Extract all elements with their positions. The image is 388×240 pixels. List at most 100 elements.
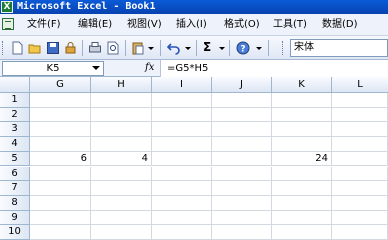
toolbar-options-arrow[interactable]: [256, 47, 262, 50]
cell-j10[interactable]: [212, 225, 272, 240]
cell-k1[interactable]: [272, 93, 332, 108]
print-icon[interactable]: [88, 41, 102, 55]
undo-dropdown-arrow[interactable]: [185, 47, 191, 50]
cell-l1[interactable]: [332, 93, 388, 108]
cell-i3[interactable]: [152, 122, 212, 138]
cell-k10[interactable]: [272, 225, 332, 240]
column-header-h[interactable]: H: [91, 77, 152, 93]
cell-k4[interactable]: [272, 137, 332, 152]
cell-h8[interactable]: [91, 195, 152, 211]
cell-g7[interactable]: [30, 181, 91, 196]
menu-file[interactable]: 文件(F): [27, 17, 61, 33]
new-icon[interactable]: [10, 41, 24, 55]
cell-g6[interactable]: [30, 166, 91, 182]
row-header-9[interactable]: 9: [0, 210, 30, 226]
cell-i9[interactable]: [152, 210, 212, 226]
menu-view[interactable]: 视图(V): [127, 17, 162, 33]
cell-i1[interactable]: [152, 93, 212, 108]
cell-j1[interactable]: [212, 93, 272, 108]
name-box[interactable]: K5: [2, 61, 104, 76]
row-header-1[interactable]: 1: [0, 93, 30, 108]
help-icon[interactable]: ?: [236, 41, 250, 55]
row-header-4[interactable]: 4: [0, 137, 30, 152]
menu-format[interactable]: 格式(O): [224, 17, 260, 33]
row-header-6[interactable]: 6: [0, 166, 30, 182]
cell-g10[interactable]: [30, 225, 91, 240]
paste-dropdown-arrow[interactable]: [148, 47, 154, 50]
insert-function-button[interactable]: fx: [145, 61, 154, 75]
cell-j4[interactable]: [212, 137, 272, 152]
cell-h2[interactable]: [91, 107, 152, 123]
cell-l4[interactable]: [332, 137, 388, 152]
formula-input[interactable]: =G5*H5: [160, 60, 388, 77]
cell-h1[interactable]: [91, 93, 152, 108]
row-header-2[interactable]: 2: [0, 107, 30, 123]
cell-h5[interactable]: 4: [91, 151, 152, 167]
cell-k5[interactable]: 24: [272, 151, 332, 167]
cell-g8[interactable]: [30, 195, 91, 211]
cell-i10[interactable]: [152, 225, 212, 240]
print-preview-icon[interactable]: [106, 41, 120, 55]
cell-l2[interactable]: [332, 107, 388, 123]
cell-l10[interactable]: [332, 225, 388, 240]
row-header-7[interactable]: 7: [0, 181, 30, 196]
cell-i5[interactable]: [152, 151, 212, 167]
row-header-10[interactable]: 10: [0, 225, 30, 240]
autosum-icon[interactable]: Σ: [203, 40, 211, 54]
permission-icon[interactable]: [64, 41, 78, 55]
column-header-k[interactable]: K: [272, 77, 332, 93]
cell-j2[interactable]: [212, 107, 272, 123]
cell-j7[interactable]: [212, 181, 272, 196]
cell-k9[interactable]: [272, 210, 332, 226]
cell-h4[interactable]: [91, 137, 152, 152]
row-header-8[interactable]: 8: [0, 195, 30, 211]
cell-g4[interactable]: [30, 137, 91, 152]
cell-i4[interactable]: [152, 137, 212, 152]
cell-l6[interactable]: [332, 166, 388, 182]
toolbar-grip[interactable]: [2, 41, 5, 55]
cell-h6[interactable]: [91, 166, 152, 182]
workbook-icon[interactable]: [2, 18, 14, 30]
cell-j3[interactable]: [212, 122, 272, 138]
menu-tools[interactable]: 工具(T): [273, 17, 307, 33]
save-icon[interactable]: [46, 41, 60, 55]
cell-h9[interactable]: [91, 210, 152, 226]
menu-edit[interactable]: 编辑(E): [78, 17, 112, 33]
font-name-select[interactable]: 宋体: [290, 39, 388, 57]
cell-k2[interactable]: [272, 107, 332, 123]
cell-l8[interactable]: [332, 195, 388, 211]
cell-h3[interactable]: [91, 122, 152, 138]
cell-l5[interactable]: [332, 151, 388, 167]
cell-g3[interactable]: [30, 122, 91, 138]
autosum-dropdown-arrow[interactable]: [219, 47, 225, 50]
cell-j6[interactable]: [212, 166, 272, 182]
cell-k7[interactable]: [272, 181, 332, 196]
cell-k8[interactable]: [272, 195, 332, 211]
row-header-5[interactable]: 5: [0, 151, 30, 167]
cell-j9[interactable]: [212, 210, 272, 226]
cell-k6[interactable]: [272, 166, 332, 182]
cell-g5[interactable]: 6: [30, 151, 91, 167]
cell-j5[interactable]: [212, 151, 272, 167]
cell-i2[interactable]: [152, 107, 212, 123]
undo-icon[interactable]: [167, 41, 181, 55]
menu-insert[interactable]: 插入(I): [176, 17, 207, 33]
column-header-i[interactable]: I: [152, 77, 212, 93]
cell-k3[interactable]: [272, 122, 332, 138]
cell-i7[interactable]: [152, 181, 212, 196]
column-header-j[interactable]: J: [212, 77, 272, 93]
column-header-g[interactable]: G: [30, 77, 91, 93]
cell-l3[interactable]: [332, 122, 388, 138]
formatting-toolbar-grip[interactable]: [282, 41, 285, 55]
cell-h10[interactable]: [91, 225, 152, 240]
row-header-3[interactable]: 3: [0, 122, 30, 138]
name-box-dropdown-icon[interactable]: [92, 66, 100, 70]
cell-j8[interactable]: [212, 195, 272, 211]
cell-i8[interactable]: [152, 195, 212, 211]
select-all-corner[interactable]: [0, 77, 30, 93]
cell-g9[interactable]: [30, 210, 91, 226]
excel-app-icon[interactable]: X: [1, 1, 13, 13]
cell-l7[interactable]: [332, 181, 388, 196]
paste-icon[interactable]: [131, 41, 145, 55]
cell-g2[interactable]: [30, 107, 91, 123]
